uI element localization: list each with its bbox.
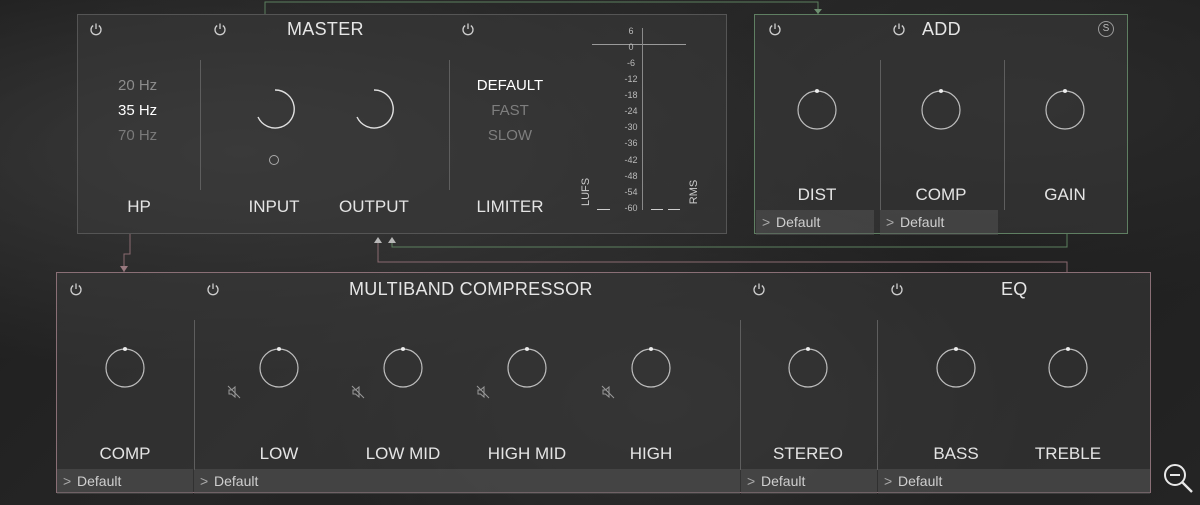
meter-tick: -12: [624, 74, 638, 84]
mb-divider-3: [877, 320, 878, 470]
mb-bands-power-icon[interactable]: [206, 282, 220, 296]
rms-label: RMS: [688, 179, 700, 205]
high-mid-knob[interactable]: [506, 347, 548, 389]
input-power-icon[interactable]: [213, 22, 227, 36]
meter-tick: -24: [624, 106, 638, 116]
dist-knob[interactable]: [796, 89, 838, 131]
rms-meter-bar-left: [651, 209, 663, 210]
chevron-right-icon: >: [884, 473, 893, 489]
zoom-out-icon[interactable]: [1162, 462, 1194, 494]
low-mute-icon[interactable]: [227, 385, 241, 399]
add-comp-label: COMP: [915, 185, 967, 204]
low-mid-label: LOW MID: [365, 444, 441, 463]
chevron-right-icon: >: [886, 214, 895, 230]
meter-tick: -30: [624, 122, 638, 132]
stereo-knob[interactable]: [787, 347, 829, 389]
add-title: ADD: [922, 19, 961, 39]
mb-comp-power-icon[interactable]: [69, 282, 83, 296]
dist-preset-selector[interactable]: > Default: [756, 210, 874, 235]
limiter-option-slow[interactable]: SLOW: [465, 127, 555, 144]
meter-tick: -42: [624, 155, 638, 165]
solo-icon[interactable]: S: [1098, 21, 1114, 37]
hp-label: HP: [127, 197, 151, 216]
mb-divider-2: [740, 320, 741, 470]
meter-tick: -36: [624, 138, 638, 148]
mb-comp-preset-selector[interactable]: > Default: [57, 469, 193, 494]
limiter-power-icon[interactable]: [461, 22, 475, 36]
mb-bands-preset-selector[interactable]: > Default: [194, 469, 740, 494]
limiter-label: LIMITER: [476, 197, 544, 216]
meter-tick: -18: [624, 90, 638, 100]
hp-power-icon[interactable]: [89, 22, 103, 36]
treble-label: TREBLE: [1034, 444, 1102, 463]
chevron-right-icon: >: [200, 473, 209, 489]
meter-tick: -6: [626, 58, 635, 68]
high-label: HIGH: [629, 444, 673, 463]
mb-bands-preset-value: Default: [214, 473, 259, 489]
mb-comp-preset-value: Default: [77, 473, 122, 489]
dist-preset-value: Default: [776, 214, 821, 230]
comp-knob[interactable]: [920, 89, 962, 131]
stereo-preset-value: Default: [761, 473, 806, 489]
dist-label: DIST: [797, 185, 837, 204]
input-knob[interactable]: [254, 88, 296, 130]
rms-meter-bar-right: [668, 209, 680, 210]
eq-power-icon[interactable]: [890, 282, 904, 296]
chevron-right-icon: >: [762, 214, 771, 230]
input-link-toggle[interactable]: [269, 155, 279, 165]
master-divider-1: [200, 60, 201, 190]
output-label: OUTPUT: [339, 197, 409, 216]
solo-icon-glyph: S: [1102, 23, 1110, 34]
hp-option-20hz[interactable]: 20 Hz: [118, 77, 157, 94]
limiter-option-fast[interactable]: FAST: [465, 102, 555, 119]
low-knob[interactable]: [258, 347, 300, 389]
meter-tick: -48: [624, 171, 638, 181]
hp-option-35hz[interactable]: 35 Hz: [118, 102, 157, 119]
comp-preset-value: Default: [900, 214, 945, 230]
stereo-preset-selector[interactable]: > Default: [741, 469, 877, 494]
mb-comp-knob[interactable]: [104, 347, 146, 389]
low-mid-mute-icon[interactable]: [351, 385, 365, 399]
eq-preset-selector[interactable]: > Default: [878, 469, 1150, 494]
dist-power-icon[interactable]: [768, 22, 782, 36]
chevron-right-icon: >: [63, 473, 72, 489]
high-mid-label: HIGH MID: [487, 444, 567, 463]
meter-tick: -54: [624, 187, 638, 197]
meter-center-line: [642, 28, 643, 210]
lufs-meter-bar: [597, 209, 610, 210]
eq-preset-value: Default: [898, 473, 943, 489]
low-label: LOW: [259, 444, 299, 463]
chevron-right-icon: >: [747, 473, 756, 489]
bass-knob[interactable]: [935, 347, 977, 389]
limiter-option-default[interactable]: DEFAULT: [465, 77, 555, 94]
stereo-power-icon[interactable]: [752, 282, 766, 296]
gain-knob[interactable]: [1044, 89, 1086, 131]
master-title: MASTER: [287, 19, 364, 39]
meter-tick: -60: [624, 203, 638, 213]
gain-label: GAIN: [1044, 185, 1086, 204]
lufs-label: LUFS: [580, 177, 592, 206]
bass-label: BASS: [933, 444, 979, 463]
mb-comp-label: COMP: [99, 444, 151, 463]
high-knob[interactable]: [630, 347, 672, 389]
high-mid-mute-icon[interactable]: [476, 385, 490, 399]
multiband-title: MULTIBAND COMPRESSOR: [349, 279, 593, 299]
comp-power-icon[interactable]: [892, 22, 906, 36]
low-mid-knob[interactable]: [382, 347, 424, 389]
treble-knob[interactable]: [1047, 347, 1089, 389]
comp-preset-selector[interactable]: > Default: [880, 210, 998, 235]
master-divider-2: [449, 60, 450, 190]
stereo-label: STEREO: [773, 444, 843, 463]
meter-tick: 6: [628, 26, 634, 36]
hp-option-70hz[interactable]: 70 Hz: [118, 127, 157, 144]
eq-title: EQ: [1001, 279, 1028, 299]
high-mute-icon[interactable]: [601, 385, 615, 399]
mb-divider-1: [194, 320, 195, 470]
output-knob[interactable]: [353, 88, 395, 130]
meter-tick: 0: [628, 42, 634, 52]
